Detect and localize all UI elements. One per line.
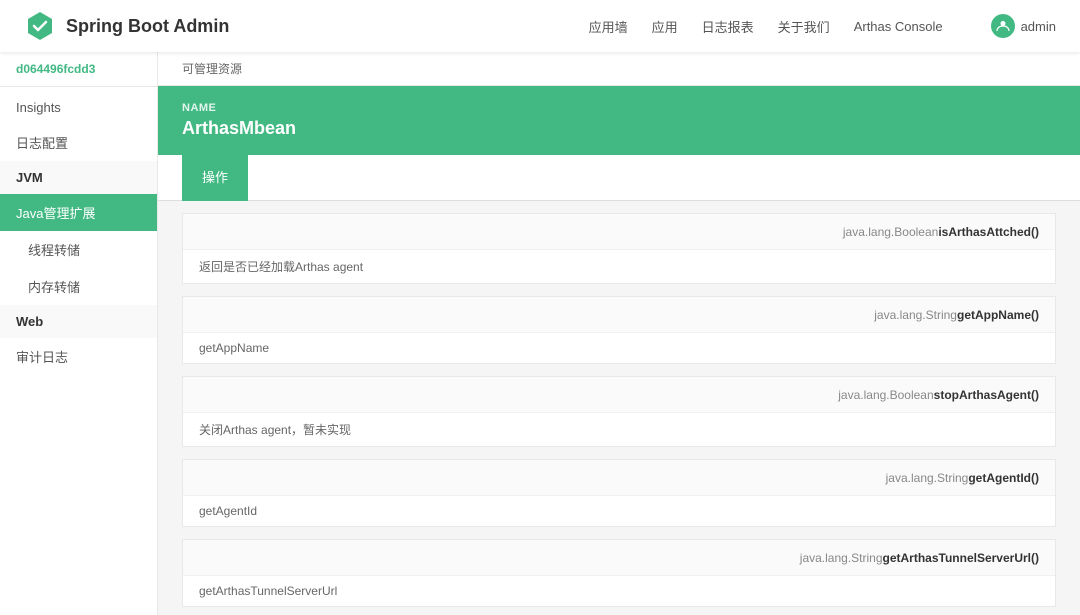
operation-item-stopArthasAgent: java.lang.BooleanstopArthasAgent() 关闭Art… — [182, 376, 1056, 447]
resource-header-label: NAME — [182, 102, 1056, 114]
op4-method-row[interactable]: java.lang.StringgetAgentId() — [183, 460, 1055, 496]
op3-method-row[interactable]: java.lang.BooleanstopArthasAgent() — [183, 377, 1055, 413]
breadcrumb: 可管理资源 — [158, 52, 1080, 86]
logo-area: Spring Boot Admin — [24, 10, 229, 42]
op2-method-row[interactable]: java.lang.StringgetAppName() — [183, 297, 1055, 333]
app-layout: d064496fcdd3 Insights 日志配置 JVM Java管理扩展 … — [0, 52, 1080, 615]
sidebar-item-audit-log[interactable]: 审计日志 — [0, 338, 157, 375]
sidebar-item-log-config[interactable]: 日志配置 — [0, 124, 157, 161]
op2-description: getAppName — [183, 333, 1055, 363]
user-avatar-icon — [991, 14, 1015, 38]
tab-operations[interactable]: 操作 — [182, 155, 248, 201]
op4-method-name: getAgentId() — [968, 471, 1039, 485]
resource-header: NAME ArthasMbean — [158, 86, 1080, 155]
op5-method-name: getArthasTunnelServerUrl() — [883, 551, 1039, 565]
app-title: Spring Boot Admin — [66, 16, 229, 37]
op3-description: 关闭Arthas agent，暂未实现 — [183, 413, 1055, 446]
op3-method-name: stopArthasAgent() — [934, 388, 1039, 402]
operations-list: java.lang.BooleanisArthasAttched() 返回是否已… — [158, 213, 1080, 615]
op4-return-type: java.lang.String — [886, 471, 969, 485]
resource-header-title: ArthasMbean — [182, 118, 1056, 139]
nav-link-about[interactable]: 关于我们 — [778, 17, 830, 36]
op5-return-type: java.lang.String — [800, 551, 883, 565]
op3-return-type: java.lang.Boolean — [838, 388, 933, 402]
op1-description: 返回是否已经加载Arthas agent — [183, 250, 1055, 283]
nav-link-arthas[interactable]: Arthas Console — [854, 19, 943, 34]
operation-item-getAgentId: java.lang.StringgetAgentId() getAgentId — [182, 459, 1056, 527]
op2-method-name: getAppName() — [957, 308, 1039, 322]
main-content: 可管理资源 NAME ArthasMbean 操作 java.lang.Bool… — [158, 52, 1080, 615]
operation-item-getAppName: java.lang.StringgetAppName() getAppName — [182, 296, 1056, 364]
sidebar-header-web: Web — [0, 305, 157, 338]
op1-method-name: isArthasAttched() — [938, 225, 1039, 239]
user-name: admin — [1021, 19, 1056, 34]
op1-method-row[interactable]: java.lang.BooleanisArthasAttched() — [183, 214, 1055, 250]
sidebar-header-jvm: JVM — [0, 161, 157, 194]
nav-link-app-wall[interactable]: 应用墙 — [589, 17, 628, 36]
nav-links: 应用墙 应用 日志报表 关于我们 Arthas Console admin — [589, 14, 1056, 38]
op5-method-row[interactable]: java.lang.StringgetArthasTunnelServerUrl… — [183, 540, 1055, 576]
app-logo-icon — [24, 10, 56, 42]
op4-description: getAgentId — [183, 496, 1055, 526]
sidebar-item-java-manage[interactable]: Java管理扩展 — [0, 194, 157, 231]
tab-bar: 操作 — [158, 155, 1080, 201]
sidebar-app-id: d064496fcdd3 — [0, 52, 157, 87]
op2-return-type: java.lang.String — [874, 308, 957, 322]
op5-description: getArthasTunnelServerUrl — [183, 576, 1055, 606]
operation-item-isArthasAttched: java.lang.BooleanisArthasAttched() 返回是否已… — [182, 213, 1056, 284]
nav-link-app[interactable]: 应用 — [652, 17, 678, 36]
nav-link-log-report[interactable]: 日志报表 — [702, 17, 754, 36]
sidebar-item-insights[interactable]: Insights — [0, 91, 157, 124]
sidebar-item-memory-dump[interactable]: 内存转储 — [0, 268, 157, 305]
top-navigation: Spring Boot Admin 应用墙 应用 日志报表 关于我们 Artha… — [0, 0, 1080, 52]
user-menu[interactable]: admin — [991, 14, 1056, 38]
sidebar-item-thread-dump[interactable]: 线程转储 — [0, 231, 157, 268]
operation-item-getArthasTunnelServerUrl: java.lang.StringgetArthasTunnelServerUrl… — [182, 539, 1056, 607]
op1-return-type: java.lang.Boolean — [843, 225, 938, 239]
sidebar: d064496fcdd3 Insights 日志配置 JVM Java管理扩展 … — [0, 52, 158, 615]
